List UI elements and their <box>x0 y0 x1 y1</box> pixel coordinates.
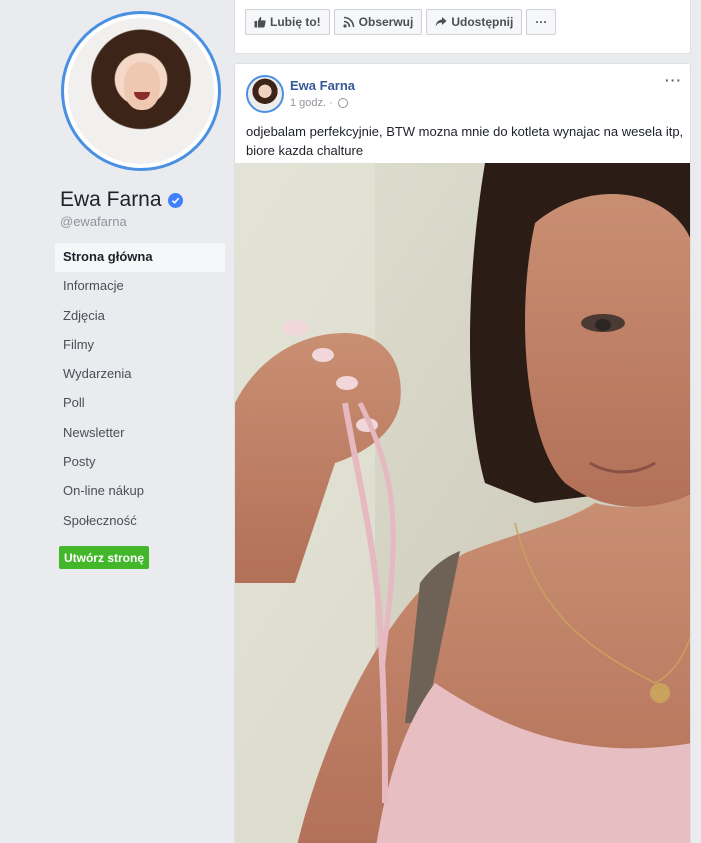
post-author-avatar[interactable] <box>246 75 284 113</box>
follow-button[interactable]: Obserwuj <box>333 9 423 35</box>
page-title[interactable]: Ewa Farna <box>60 188 183 212</box>
post-timestamp[interactable]: 1 godz. · <box>290 97 333 109</box>
sidebar-item-videos[interactable]: Filmy <box>55 331 225 360</box>
post-options-button[interactable]: ··· <box>665 72 682 88</box>
post-author-name[interactable]: Ewa Farna <box>290 78 355 93</box>
page-handle[interactable]: @ewafarna <box>60 214 127 229</box>
sidebar-item-poll[interactable]: Poll <box>55 389 225 418</box>
post-photo-image <box>235 163 690 843</box>
globe-icon <box>337 98 348 108</box>
page-name-text[interactable]: Ewa Farna <box>60 188 162 212</box>
share-button[interactable]: Udostępnij <box>426 9 523 35</box>
more-actions-button[interactable]: ··· <box>526 9 557 35</box>
post-meta: 1 godz. · <box>290 97 348 109</box>
sidebar-item-about[interactable]: Informacje <box>55 272 225 301</box>
page-sidebar: Ewa Farna @ewafarna Strona główna Inform… <box>0 0 232 843</box>
page-actions-bar: Lubię to! Obserwuj Udostępnij ··· <box>234 0 691 54</box>
post-card: Ewa Farna 1 godz. · ··· odjebalam perfek… <box>234 63 691 843</box>
sidebar-item-photos[interactable]: Zdjęcia <box>55 302 225 331</box>
sidebar-item-home[interactable]: Strona główna <box>55 243 225 273</box>
like-page-label: Lubię to! <box>270 15 321 29</box>
rss-icon <box>343 16 355 28</box>
post-text: odjebalam perfekcyjnie, BTW mozna mnie d… <box>246 124 684 158</box>
sidebar-item-community[interactable]: Społeczność <box>55 507 225 536</box>
profile-photo-face <box>124 62 160 110</box>
verified-badge-icon <box>167 192 183 208</box>
page-nav: Strona główna Informacje Zdjęcia Filmy W… <box>55 243 225 536</box>
profile-picture[interactable] <box>61 11 221 171</box>
sidebar-item-events[interactable]: Wydarzenia <box>55 360 225 389</box>
profile-photo <box>68 18 214 164</box>
like-page-button[interactable]: Lubię to! <box>245 9 330 35</box>
share-arrow-icon <box>435 16 447 28</box>
sidebar-item-posts[interactable]: Posty <box>55 448 225 477</box>
post-photo[interactable] <box>235 163 690 843</box>
thumbs-up-icon <box>254 16 266 28</box>
share-label: Udostępnij <box>451 15 514 29</box>
follow-label: Obserwuj <box>358 15 414 29</box>
sidebar-item-newsletter[interactable]: Newsletter <box>55 419 225 448</box>
create-page-button[interactable]: Utwórz stronę <box>59 546 149 569</box>
sidebar-item-shop[interactable]: On-line nákup <box>55 477 225 506</box>
